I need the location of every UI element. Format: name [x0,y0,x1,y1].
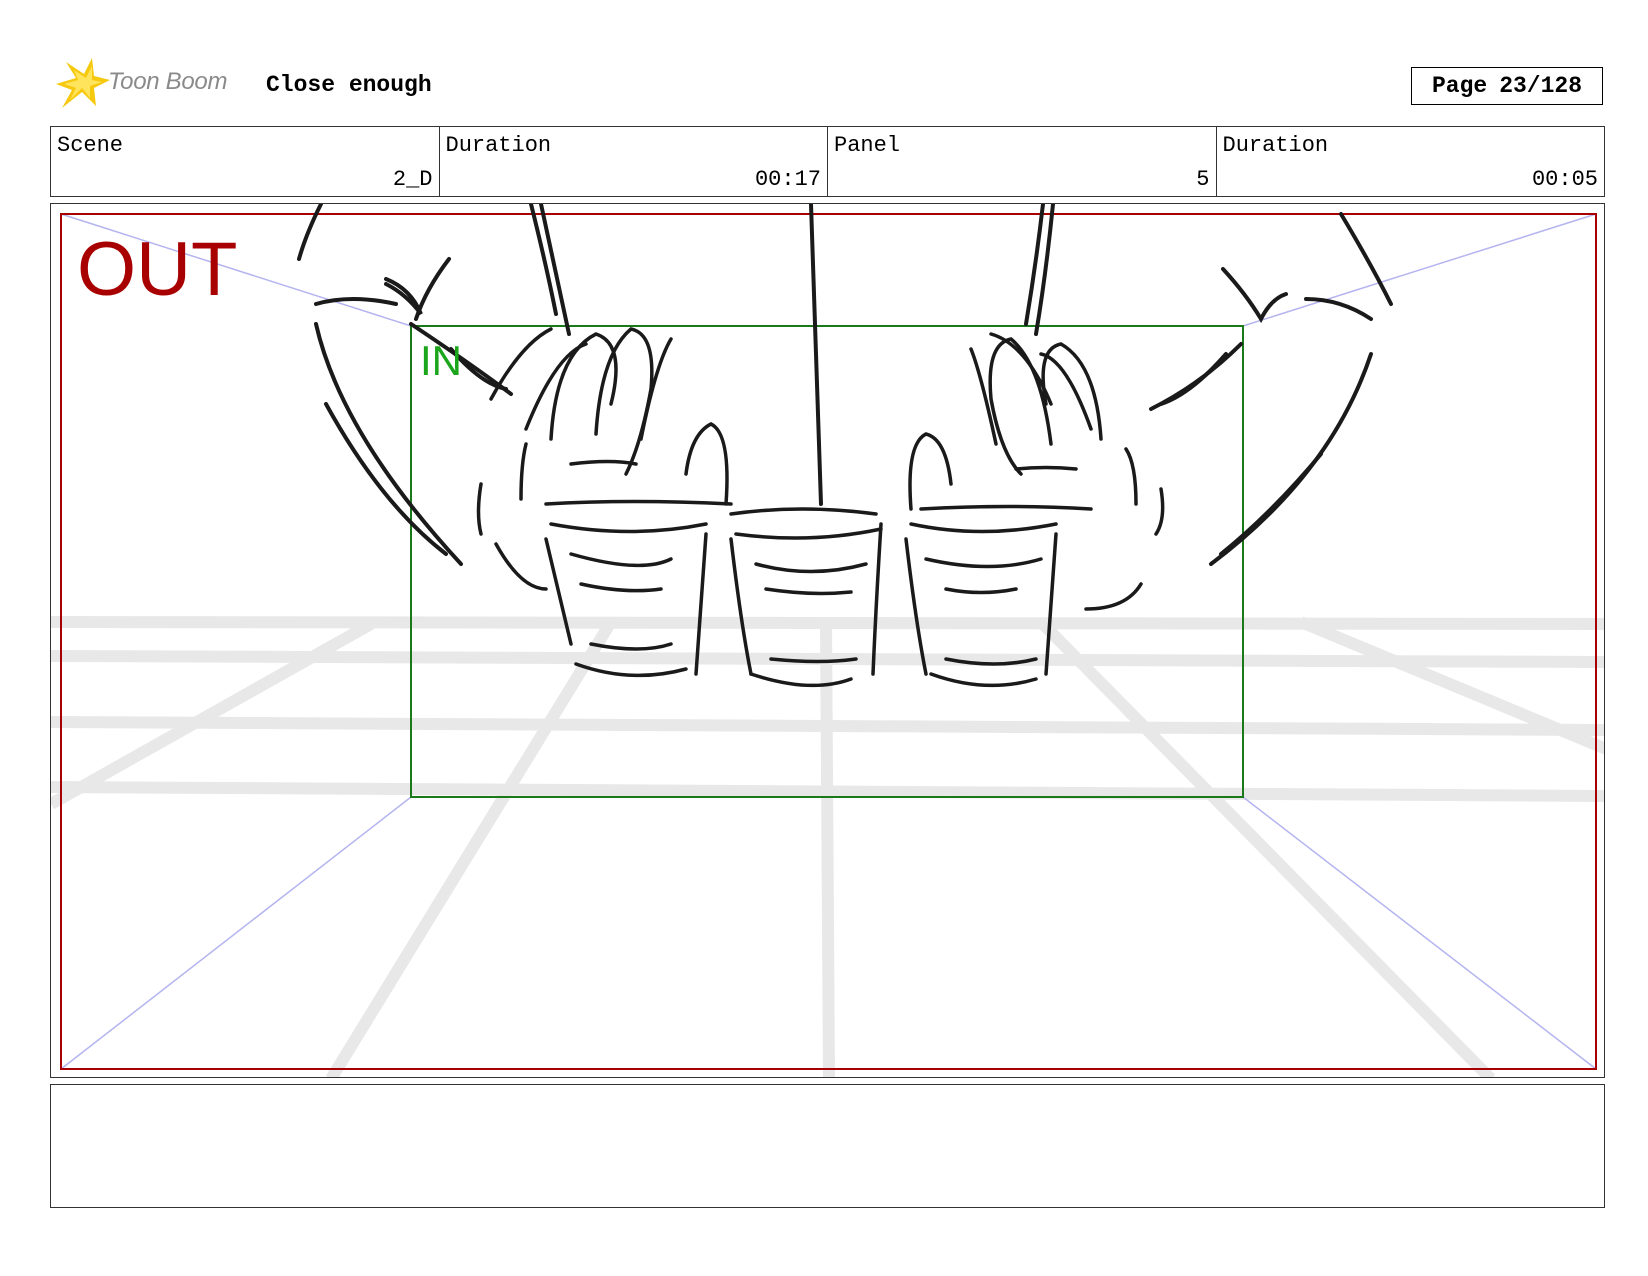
floor-grid [51,616,1604,1077]
panel-duration-cell: Duration 00:05 [1217,127,1605,196]
scene-duration-cell: Duration 00:17 [440,127,828,196]
scene-label: Scene [57,133,124,158]
action-notes-box[interactable] [50,1084,1605,1208]
page-number: 23/128 [1499,73,1583,99]
scene-cell: Scene 2_D [51,127,440,196]
page-label: Page [1431,73,1488,99]
brand-name: Toon Boom [108,68,228,95]
panel-duration-label: Duration [1222,133,1329,158]
scene-duration-label: Duration [445,133,552,158]
storyboard-panel-frame: OUT IN [50,203,1605,1078]
panel-duration-value: 00:05 [1531,167,1598,192]
panel-info-table: Scene 2_D Duration 00:17 Panel 5 Duratio… [50,126,1605,197]
scene-duration-value: 00:17 [754,167,821,192]
panel-cell: Panel 5 [828,127,1217,196]
in-frame-label: IN [420,337,462,384]
hands-holding-three-glasses-sketch [51,204,1604,1077]
page-indicator: Page 23/128 [1411,67,1603,105]
panel-label: Panel [834,133,901,158]
out-frame-label: OUT [77,227,238,312]
scene-value: 2_D [392,167,433,192]
panel-value: 5 [1196,167,1210,192]
toon-boom-star-icon [56,58,110,108]
board-title: Close enough [266,72,432,98]
